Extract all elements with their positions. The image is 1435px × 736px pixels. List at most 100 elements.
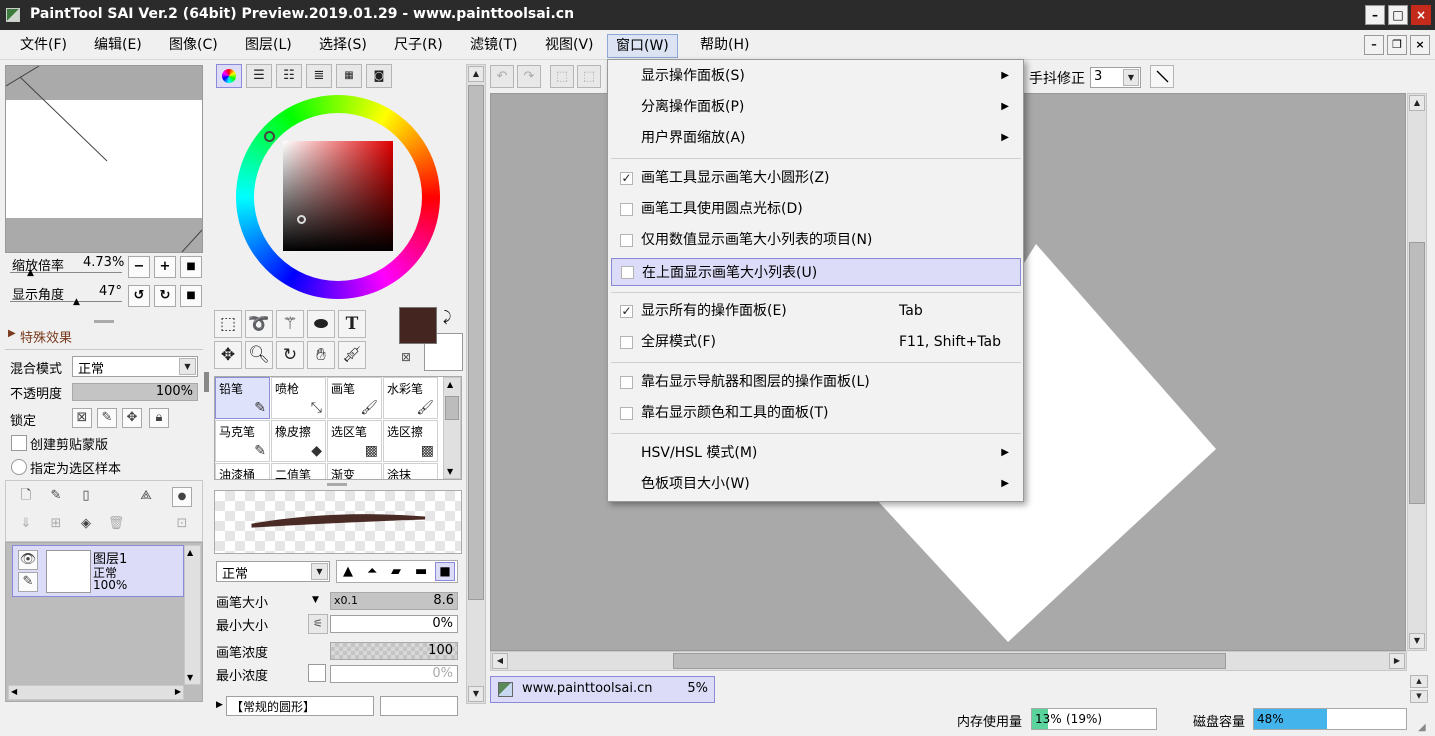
edge-hard-icon[interactable]: ▰ — [391, 564, 401, 579]
menu-numeric-only[interactable]: 仅用数值显示画笔大小列表的项目(N) — [608, 226, 1023, 254]
zoom-in-button[interactable]: + — [154, 256, 176, 278]
menu-brush-circle[interactable]: ✓ 画笔工具显示画笔大小圆形(Z) — [608, 164, 1023, 192]
panel-splitter[interactable] — [327, 483, 347, 486]
brush-brush[interactable]: 画笔 🖌︎ — [327, 377, 382, 419]
scratchpad-tab[interactable]: ◙ — [366, 64, 392, 88]
clip-checkbox[interactable] — [11, 435, 27, 451]
menu-hsv-mode[interactable]: HSV/HSL 模式(M) ▶ — [608, 439, 1023, 467]
chevron-down-icon[interactable]: ▼ — [1123, 69, 1139, 86]
delete-layer-icon[interactable]: 🗑︎ — [106, 515, 126, 535]
tab-scroll-up-icon[interactable]: ▲ — [1410, 675, 1428, 688]
menu-help[interactable]: 帮助(H) — [692, 34, 757, 58]
lock-paint-icon[interactable]: ✎ — [97, 408, 117, 428]
layer-row[interactable]: 👁︎ ✎ 图层1 正常 100% — [12, 545, 184, 597]
lasso-icon[interactable]: ➰ — [245, 310, 273, 338]
scroll-down-icon[interactable]: ▼ — [187, 673, 193, 682]
menu-select[interactable]: 选择(S) — [311, 34, 375, 58]
density-slider[interactable]: 100 — [330, 642, 458, 660]
angle-slider[interactable] — [10, 301, 122, 302]
layer-scrollbar[interactable]: ▲ ▼ — [184, 545, 201, 685]
scroll-left-icon[interactable]: ◀ — [11, 687, 17, 696]
lock-all-icon[interactable]: 🔒︎ — [149, 408, 169, 428]
hue-cursor[interactable] — [264, 131, 275, 142]
effects-header[interactable]: 特殊效果 — [20, 327, 72, 346]
navigator-preview[interactable] — [5, 65, 203, 253]
zoom-out-button[interactable]: − — [128, 256, 150, 278]
resize-grip-icon[interactable]: ◢ — [1418, 722, 1426, 733]
layer-extra-icon[interactable]: ⊡ — [172, 515, 192, 535]
brush-marker[interactable]: 马克笔 ✎ — [215, 420, 270, 462]
blend-mode-select[interactable]: 正常 ▼ — [72, 356, 198, 377]
new-linework-layer-icon[interactable]: ✎ — [46, 487, 66, 507]
brush-gradient[interactable]: 渐变 — [327, 463, 382, 479]
scroll-thumb[interactable] — [673, 653, 1226, 669]
layer-hscrollbar[interactable]: ◀ ▶ — [8, 685, 184, 700]
scroll-thumb[interactable] — [468, 85, 484, 600]
scroll-right-icon[interactable]: ▶ — [1389, 653, 1405, 669]
pencil-icon[interactable]: ✎ — [18, 572, 38, 592]
opacity-slider[interactable]: 100% — [72, 383, 198, 401]
chevron-down-icon[interactable]: ▼ — [179, 358, 196, 375]
scroll-down-icon[interactable]: ▼ — [1409, 633, 1425, 649]
menu-ruler[interactable]: 尺子(R) — [386, 34, 451, 58]
brush-select-pen[interactable]: 选区笔 ▩ — [327, 420, 382, 462]
menu-detach-panels[interactable]: 分离操作面板(P) ▶ — [608, 93, 1023, 121]
menu-edit[interactable]: 编辑(E) — [86, 34, 150, 58]
menu-file[interactable]: 文件(F) — [12, 34, 75, 58]
panel-splitter[interactable] — [94, 320, 114, 323]
eye-icon[interactable]: 👁︎ — [18, 550, 38, 570]
hsv-slider-tab[interactable]: ☷ — [276, 64, 302, 88]
edge-medium-icon[interactable]: ⏶ — [367, 564, 377, 579]
zoom-icon[interactable]: 🔍︎ — [245, 341, 273, 369]
brush-size-slider[interactable]: x0.1 8.6 — [330, 592, 458, 610]
color-wheel-tab[interactable] — [216, 64, 242, 88]
scroll-right-icon[interactable]: ▶ — [175, 687, 181, 696]
edge-soft-icon[interactable]: ▲ — [343, 564, 353, 579]
shape-icon[interactable]: ⬬ — [307, 310, 335, 338]
scroll-down-icon[interactable]: ▼ — [468, 686, 484, 702]
layer-mask-icon[interactable]: ● — [172, 487, 192, 507]
new-layer-icon[interactable]: 🗋︎ — [16, 487, 36, 507]
primary-color-swatch[interactable] — [399, 307, 437, 344]
transparent-color-icon[interactable]: ⊠ — [401, 350, 411, 364]
brush-binary[interactable]: 二值笔 — [271, 463, 326, 479]
menu-show-all-panels[interactable]: ✓ 显示所有的操作面板(E) Tab — [608, 297, 1023, 325]
menu-dot-cursor[interactable]: 画笔工具使用圆点光标(D) — [608, 195, 1023, 223]
brush-pencil[interactable]: 铅笔 ✎ — [215, 377, 270, 419]
intermediate-color-tab[interactable]: ≣ — [306, 64, 332, 88]
tab-scroll-down-icon[interactable]: ▼ — [1410, 690, 1428, 703]
menu-right-color-tools[interactable]: 靠右显示颜色和工具的面板(T) — [608, 399, 1023, 427]
mdi-close-button[interactable]: × — [1410, 35, 1430, 55]
menu-image[interactable]: 图像(C) — [161, 34, 226, 58]
lock-move-icon[interactable]: ✥ — [122, 408, 142, 428]
scroll-down-icon[interactable]: ▼ — [447, 467, 453, 476]
menu-layer[interactable]: 图层(L) — [237, 34, 300, 58]
scroll-up-icon[interactable]: ▲ — [447, 380, 453, 389]
scroll-thumb[interactable] — [445, 396, 459, 420]
brush-smudge[interactable]: 涂抹 — [383, 463, 438, 479]
line-tool-icon[interactable] — [1150, 65, 1174, 88]
menu-view[interactable]: 视图(V) — [537, 34, 602, 58]
magic-wand-icon[interactable]: ⚚ — [276, 310, 304, 338]
pressure-size-icon[interactable]: ⚟ — [308, 614, 328, 634]
lock-transparency-icon[interactable]: ⊠ — [72, 408, 92, 428]
canvas-hscrollbar[interactable]: ◀ ▶ — [490, 651, 1407, 671]
size-dropdown-icon[interactable]: ▼ — [312, 595, 319, 605]
brush-bucket[interactable]: 油漆桶 — [215, 463, 270, 479]
menu-right-nav-layers[interactable]: 靠右显示导航器和图层的操作面板(L) — [608, 368, 1023, 396]
clear-layer-icon[interactable]: ◈ — [76, 515, 96, 535]
zoom-slider-thumb[interactable]: ▲ — [27, 268, 34, 278]
menu-show-panels[interactable]: 显示操作面板(S) ▶ — [608, 62, 1023, 90]
layer-effects-icon[interactable]: ⟁ — [136, 487, 156, 507]
scroll-up-icon[interactable]: ▲ — [187, 548, 193, 557]
document-tab[interactable]: www.painttoolsai.cn 5% — [490, 676, 715, 703]
eyedropper-icon[interactable]: 💉︎ — [338, 341, 366, 369]
minimize-button[interactable]: – — [1365, 5, 1385, 25]
new-folder-icon[interactable]: ▯ — [76, 487, 96, 507]
merge-down-icon[interactable]: ⇓ — [16, 515, 36, 535]
brush-shape-select[interactable]: 【常规的圆形】 — [226, 696, 374, 716]
scroll-thumb[interactable] — [1409, 242, 1425, 504]
maximize-button[interactable]: □ — [1388, 5, 1408, 25]
pressure-density-checkbox[interactable] — [308, 664, 326, 682]
menu-size-list-top[interactable]: 在上面显示画笔大小列表(U) — [611, 258, 1021, 286]
